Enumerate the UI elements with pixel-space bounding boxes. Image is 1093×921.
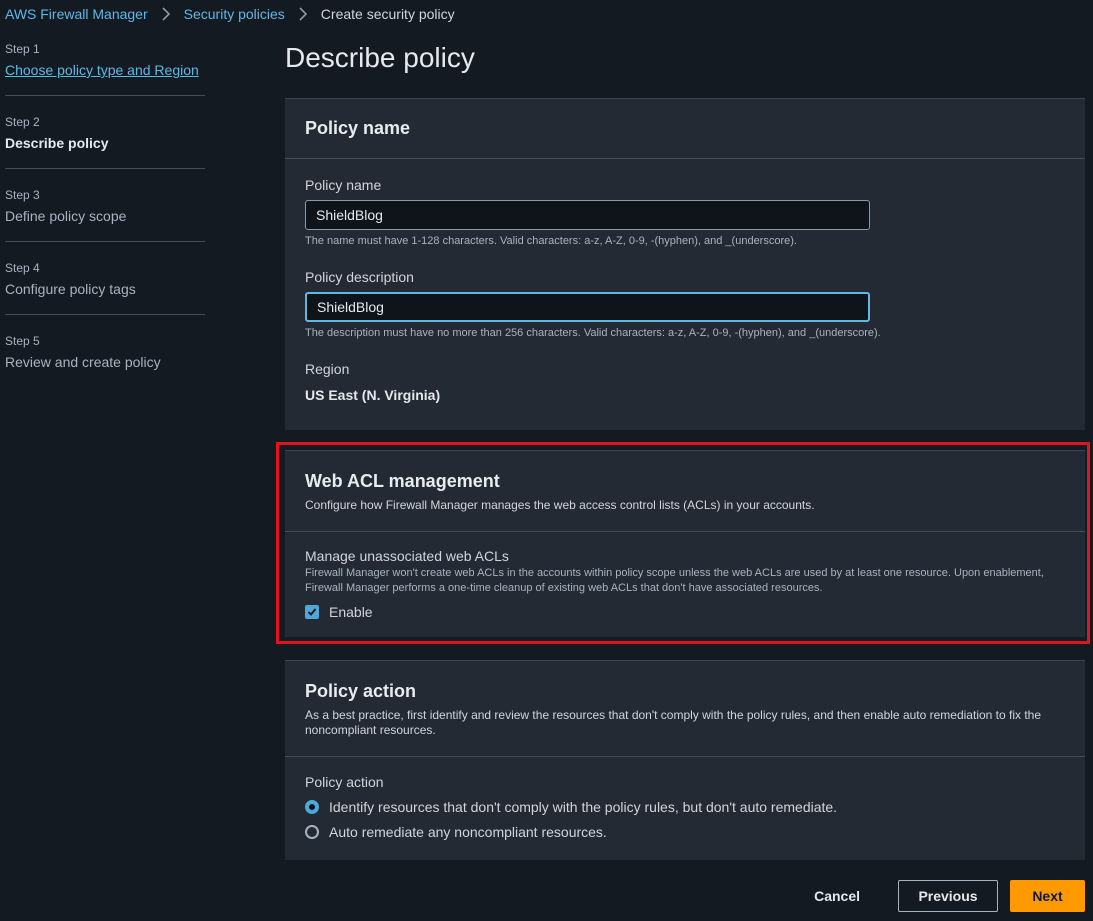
policy-description-hint: The description must have no more than 2…	[305, 327, 881, 339]
breadcrumb: AWS Firewall Manager Security policies C…	[5, 4, 455, 24]
policy-name-input[interactable]	[305, 200, 870, 230]
next-button[interactable]: Next	[1010, 880, 1085, 912]
radio-identify[interactable]: Identify resources that don't comply wit…	[305, 799, 1065, 815]
radio-button[interactable]	[305, 825, 319, 839]
step-2-label: Describe policy	[5, 135, 109, 151]
chevron-right-icon	[298, 7, 308, 21]
step-3: Step 3 Define policy scope	[5, 188, 205, 242]
chevron-right-icon	[161, 7, 171, 21]
step-4: Step 4 Configure policy tags	[5, 261, 205, 315]
policy-name-hint: The name must have 1-128 characters. Val…	[305, 235, 797, 247]
radio-button-selected[interactable]	[305, 800, 319, 814]
policy-action-label: Policy action	[305, 774, 384, 790]
step-1-link[interactable]: Choose policy type and Region	[5, 62, 205, 78]
wizard-footer: Cancel Previous Next	[794, 880, 1085, 912]
panel-body: Policy name The name must have 1-128 cha…	[285, 159, 1085, 423]
panel-header: Policy action As a best practice, first …	[285, 661, 1085, 757]
panel-description: As a best practice, first identify and r…	[305, 708, 1042, 737]
breadcrumb-firewall-manager[interactable]: AWS Firewall Manager	[5, 6, 148, 22]
policy-description-input[interactable]	[305, 292, 870, 322]
policy-name-panel: Policy name Policy name The name must ha…	[285, 98, 1085, 430]
panel-body: Policy action Identify resources that do…	[285, 757, 1085, 860]
cancel-button[interactable]: Cancel	[794, 880, 880, 912]
step-3-label: Define policy scope	[5, 208, 127, 224]
step-number: Step 5	[5, 334, 40, 348]
region-label: Region	[305, 361, 350, 377]
step-5-label: Review and create policy	[5, 354, 161, 370]
step-number: Step 2	[5, 115, 40, 129]
panel-title: Policy name	[305, 118, 411, 138]
step-5: Step 5 Review and create policy	[5, 334, 205, 387]
wizard-steps: Step 1 Choose policy type and Region Ste…	[5, 42, 205, 406]
highlight-annotation	[276, 442, 1090, 644]
step-number: Step 1	[5, 42, 40, 56]
panel-title: Policy action	[305, 681, 417, 701]
radio-label: Auto remediate any noncompliant resource…	[329, 824, 607, 840]
policy-name-label: Policy name	[305, 177, 382, 193]
policy-action-panel: Policy action As a best practice, first …	[285, 660, 1085, 860]
previous-button[interactable]: Previous	[898, 880, 998, 912]
step-1: Step 1 Choose policy type and Region	[5, 42, 205, 96]
step-number: Step 4	[5, 261, 40, 275]
breadcrumb-current: Create security policy	[320, 6, 455, 22]
page-title: Describe policy	[285, 42, 475, 73]
step-4-label: Configure policy tags	[5, 281, 136, 297]
step-number: Step 3	[5, 188, 40, 202]
radio-label: Identify resources that don't comply wit…	[329, 799, 838, 815]
breadcrumb-security-policies[interactable]: Security policies	[184, 6, 285, 22]
region-value: US East (N. Virginia)	[305, 387, 441, 403]
policy-description-label: Policy description	[305, 269, 414, 285]
radio-auto-remediate[interactable]: Auto remediate any noncompliant resource…	[305, 824, 1065, 840]
panel-header: Policy name	[285, 99, 1085, 159]
step-2: Step 2 Describe policy	[5, 115, 205, 169]
